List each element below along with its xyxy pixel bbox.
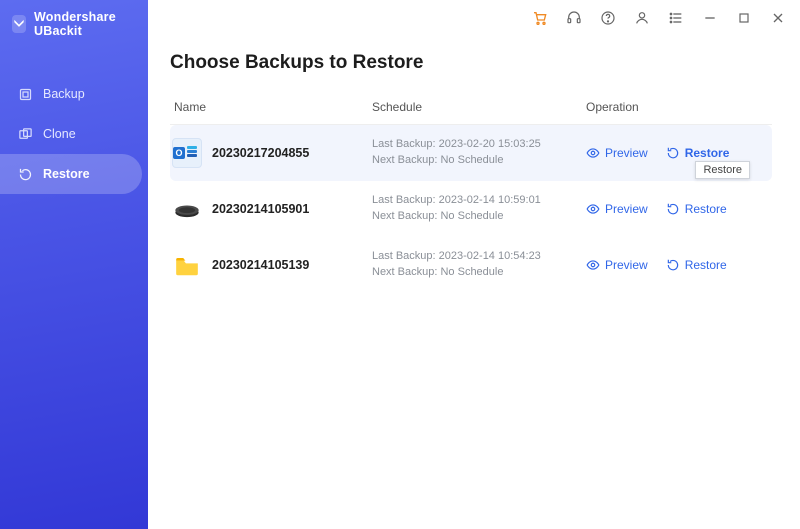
headset-icon[interactable] xyxy=(566,10,582,26)
sidebar-item-label: Backup xyxy=(43,87,85,101)
preview-button[interactable]: Preview xyxy=(586,146,648,160)
brand-logo-icon xyxy=(12,15,26,33)
restore-button[interactable]: Restore xyxy=(666,146,730,160)
row-operations: Preview Restore xyxy=(580,146,770,160)
list-icon[interactable] xyxy=(668,10,684,26)
help-icon[interactable] xyxy=(600,10,616,26)
preview-button[interactable]: Preview xyxy=(586,258,648,272)
restore-button[interactable]: Restore xyxy=(666,202,727,216)
titlebar xyxy=(148,0,800,36)
clone-icon xyxy=(18,127,33,142)
brand-name: Wondershare UBackit xyxy=(34,10,136,38)
page-title: Choose Backups to Restore xyxy=(170,52,772,74)
brand: Wondershare UBackit xyxy=(0,0,148,48)
sidebar-item-label: Restore xyxy=(43,167,90,181)
header-schedule: Schedule xyxy=(372,100,580,114)
backup-name: 20230214105901 xyxy=(212,202,372,216)
row-operations: Preview Restore xyxy=(580,202,770,216)
content: Choose Backups to Restore Name Schedule … xyxy=(148,36,800,529)
maximize-icon[interactable] xyxy=(736,10,752,26)
table-row[interactable]: 20230214105139 Last Backup: 2023-02-14 1… xyxy=(170,237,772,293)
header-name: Name xyxy=(172,100,372,114)
close-icon[interactable] xyxy=(770,10,786,26)
header-operation: Operation xyxy=(580,100,770,114)
cart-icon[interactable] xyxy=(532,10,548,26)
user-icon[interactable] xyxy=(634,10,650,26)
backup-icon xyxy=(18,87,33,102)
folder-icon xyxy=(172,250,202,280)
minimize-icon[interactable] xyxy=(702,10,718,26)
table-header: Name Schedule Operation xyxy=(170,100,772,125)
table-row[interactable]: 20230214105901 Last Backup: 2023-02-14 1… xyxy=(170,181,772,237)
backup-schedule: Last Backup: 2023-02-14 10:54:23 Next Ba… xyxy=(372,249,580,281)
sidebar-item-clone[interactable]: Clone xyxy=(0,114,142,154)
restore-icon xyxy=(18,167,33,182)
sidebar: Wondershare UBackit Backup Clone Restore xyxy=(0,0,148,529)
backup-name: 20230214105139 xyxy=(212,258,372,272)
outlook-icon: O xyxy=(172,138,202,168)
backup-schedule: Last Backup: 2023-02-20 15:03:25 Next Ba… xyxy=(372,137,580,169)
sidebar-item-restore[interactable]: Restore xyxy=(0,154,142,194)
preview-button[interactable]: Preview xyxy=(586,202,648,216)
backup-name: 20230217204855 xyxy=(212,146,372,160)
backup-schedule: Last Backup: 2023-02-14 10:59:01 Next Ba… xyxy=(372,193,580,225)
row-operations: Preview Restore xyxy=(580,258,770,272)
sidebar-item-backup[interactable]: Backup xyxy=(0,74,142,114)
sidebar-item-label: Clone xyxy=(43,127,76,141)
restore-button[interactable]: Restore xyxy=(666,258,727,272)
sidebar-nav: Backup Clone Restore xyxy=(0,74,148,194)
table-row[interactable]: O 20230217204855 Last Backup: 2023-02-20… xyxy=(170,125,772,181)
main: Choose Backups to Restore Name Schedule … xyxy=(148,0,800,529)
disk-icon xyxy=(172,194,202,224)
restore-tooltip: Restore xyxy=(695,161,750,179)
